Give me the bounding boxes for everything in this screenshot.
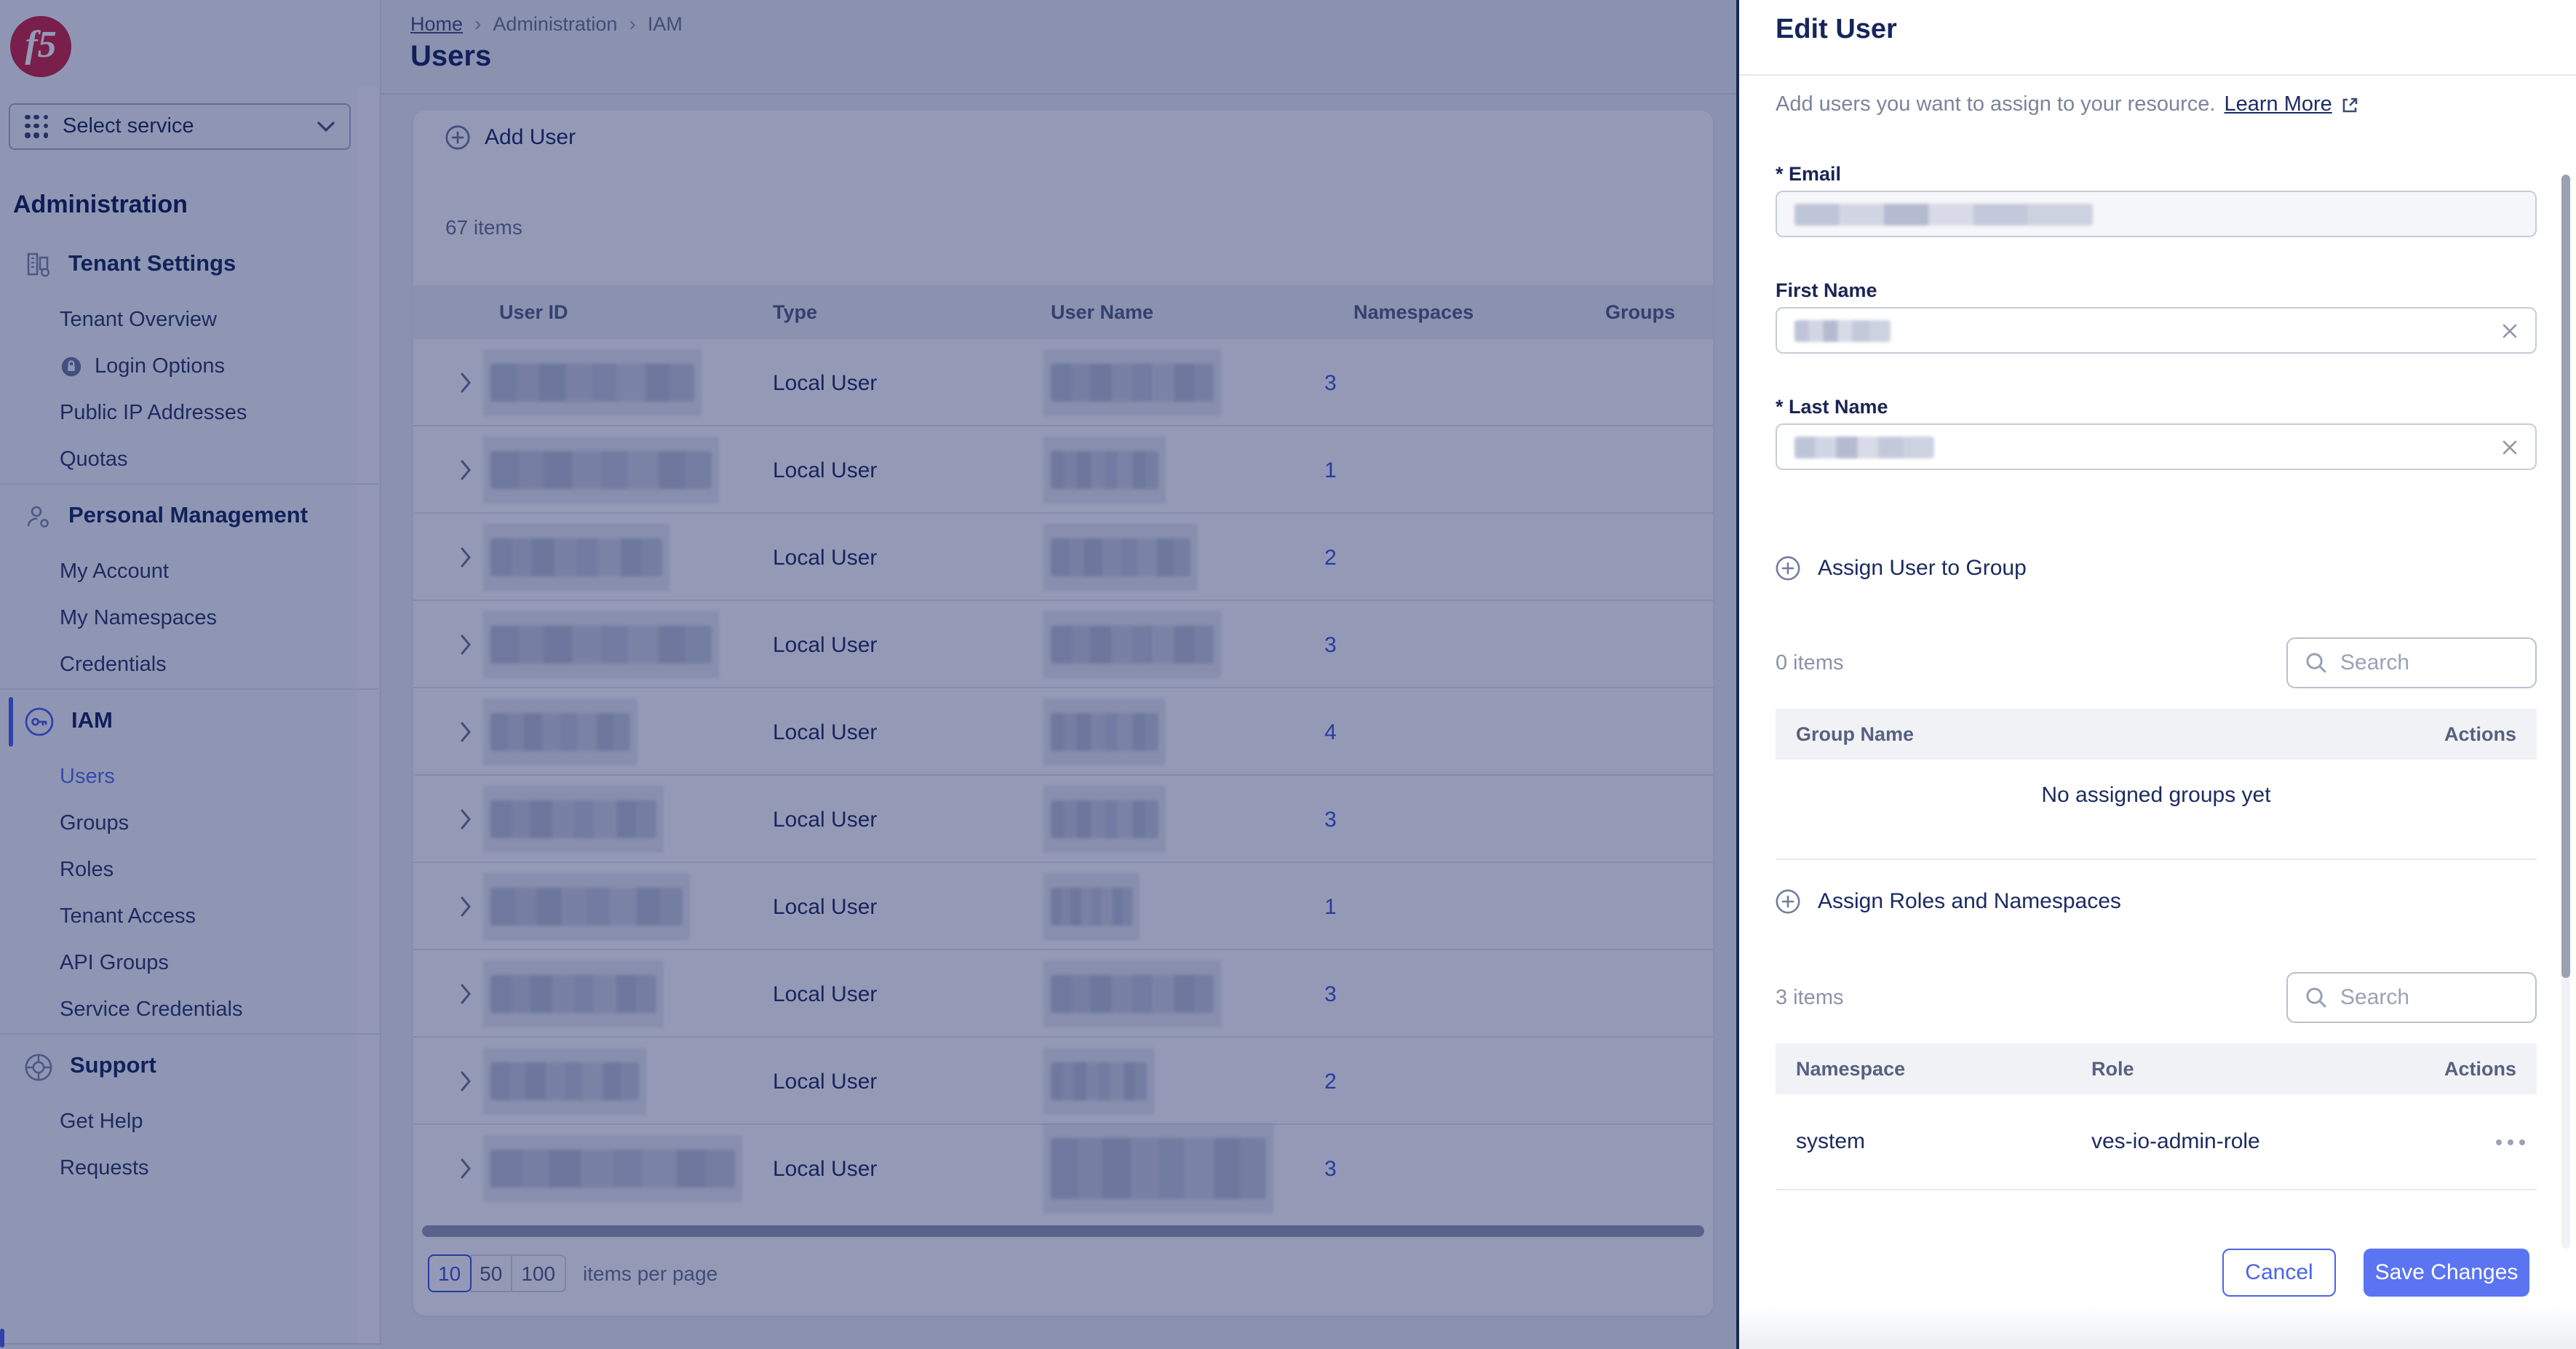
assign-user-to-group-label: Assign User to Group (1818, 556, 2027, 581)
first-name-redacted-value (1794, 319, 1891, 341)
panel-footer-gradient (1739, 1305, 2576, 1349)
roles-table-header: Namespace Role Actions (1776, 1043, 2537, 1094)
assign-roles-namespaces-button[interactable]: Assign Roles and Namespaces (1776, 889, 2121, 914)
role-column: Role (2091, 1058, 2134, 1080)
email-label: * Email (1776, 163, 1842, 185)
groups-empty-state: No assigned groups yet (2041, 783, 2271, 808)
section-divider (1776, 859, 2537, 860)
external-link-icon (2341, 95, 2360, 114)
groups-table-header: Group Name Actions (1776, 709, 2537, 760)
row-namespace: system (1796, 1129, 1866, 1154)
panel-title: Edit User (1776, 15, 1897, 45)
search-icon (2305, 987, 2327, 1008)
clear-first-name-icon[interactable] (2502, 322, 2518, 338)
row-actions-menu-icon[interactable] (2496, 1139, 2537, 1145)
actions-column: Actions (2444, 1058, 2516, 1080)
save-changes-button[interactable]: Save Changes (2364, 1249, 2529, 1297)
last-name-redacted-value (1794, 436, 1934, 458)
learn-more-link[interactable]: Learn More (2225, 93, 2332, 116)
assign-user-to-group-button[interactable]: Assign User to Group (1776, 556, 2027, 581)
panel-title-divider (1739, 74, 2576, 76)
groups-search-input[interactable]: Search (2286, 637, 2537, 688)
first-name-label: First Name (1776, 279, 1877, 301)
role-assignment-row: system ves-io-admin-role (1776, 1094, 2537, 1190)
email-redacted-value (1794, 203, 2093, 225)
namespace-column: Namespace (1796, 1058, 1906, 1080)
first-name-field[interactable] (1776, 307, 2537, 354)
roles-count: 3 items (1776, 987, 1844, 1010)
plus-circle-icon (1776, 889, 1800, 914)
modal-dim-overlay (0, 0, 1736, 1349)
roles-search-input[interactable]: Search (2286, 972, 2537, 1023)
panel-description: Add users you want to assign to your res… (1776, 93, 2360, 116)
group-name-column: Group Name (1796, 723, 1915, 745)
last-name-field[interactable] (1776, 423, 2537, 470)
clear-last-name-icon[interactable] (2502, 439, 2518, 455)
last-name-label: * Last Name (1776, 396, 1888, 418)
groups-count: 0 items (1776, 652, 1844, 675)
email-field[interactable] (1776, 191, 2537, 237)
groups-search-placeholder: Search (2340, 650, 2410, 675)
search-icon (2305, 652, 2327, 674)
assign-roles-namespaces-label: Assign Roles and Namespaces (1818, 889, 2121, 914)
panel-scrollbar-thumb[interactable] (2561, 175, 2570, 978)
row-role: ves-io-admin-role (2091, 1129, 2260, 1154)
actions-column: Actions (2444, 723, 2516, 745)
edit-user-panel: Edit User Add users you want to assign t… (1736, 0, 2576, 1349)
roles-search-placeholder: Search (2340, 985, 2410, 1010)
panel-description-text: Add users you want to assign to your res… (1776, 93, 2216, 116)
app-root: f5 Select service Administration Tenant … (0, 0, 2576, 1349)
plus-circle-icon (1776, 556, 1800, 581)
cancel-button[interactable]: Cancel (2222, 1249, 2336, 1297)
